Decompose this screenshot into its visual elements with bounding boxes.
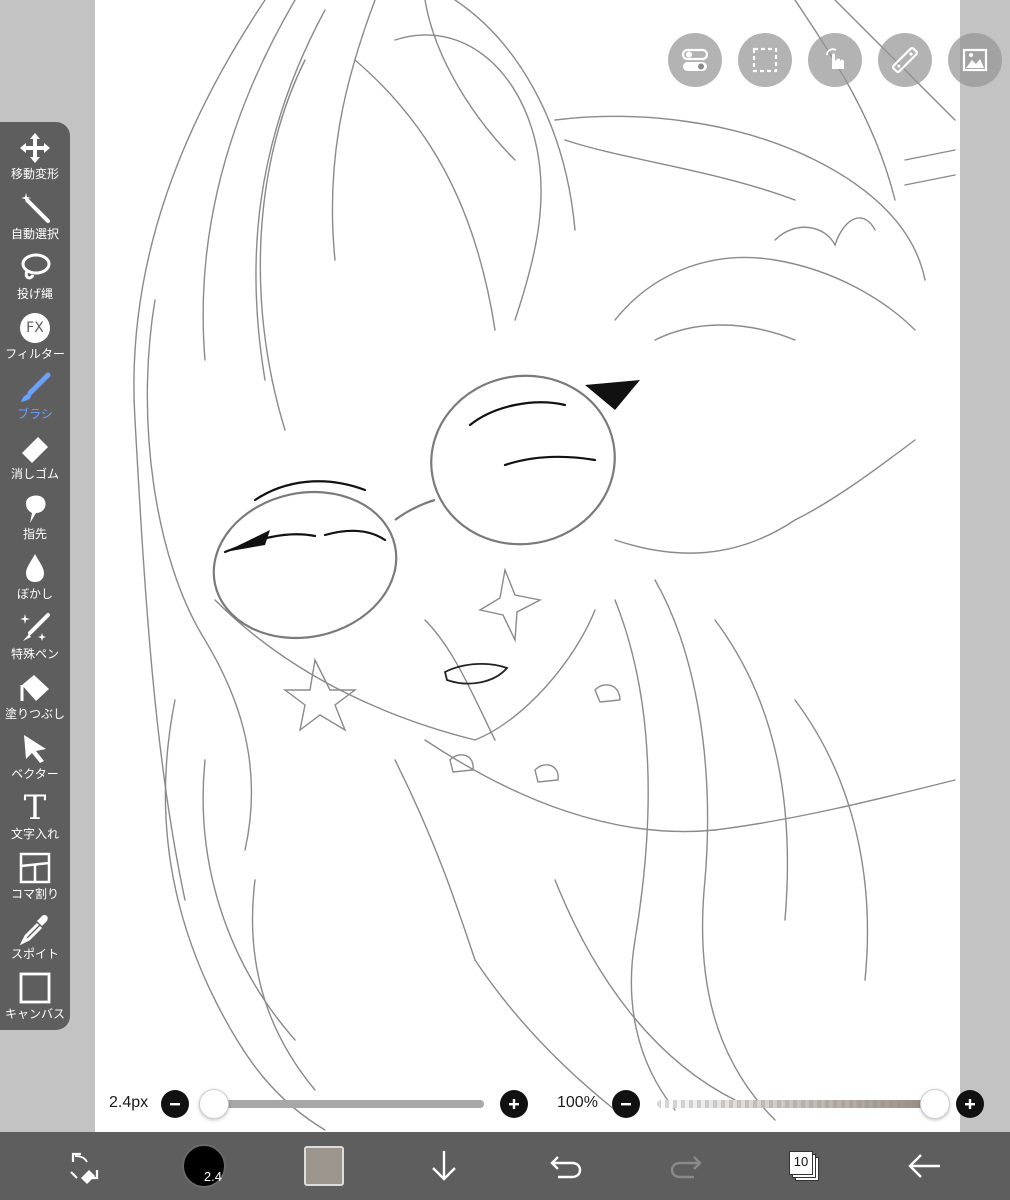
brush-size-slider-track[interactable] [212, 1100, 484, 1108]
tool-brush[interactable]: ブラシ [0, 370, 70, 428]
tool-auto-select[interactable]: 自動選択 [0, 190, 70, 248]
tool-label: ブラシ [17, 407, 53, 421]
canvas-icon [16, 970, 54, 1006]
layer-count: 10 [793, 1154, 809, 1169]
brush-icon [16, 370, 54, 406]
plus-icon [509, 1099, 519, 1109]
text-icon-glyph: T [23, 788, 47, 828]
bottom-toolbar: 2.4 10 [0, 1132, 1010, 1200]
tool-canvas[interactable]: キャンバス [0, 970, 70, 1028]
brush-size-decrease-button[interactable] [161, 1090, 189, 1118]
line-art-illustration [133, 0, 956, 1131]
tool-label: キャンバス [4, 1007, 65, 1021]
tool-label: 投げ縄 [16, 287, 53, 301]
tool-label: 特殊ペン [10, 647, 59, 661]
tool-move-transform[interactable]: 移動変形 [0, 130, 70, 188]
touch-gesture-button[interactable] [808, 33, 862, 87]
undo-button[interactable] [544, 1132, 588, 1200]
ruler-button[interactable] [878, 33, 932, 87]
lasso-icon [16, 250, 54, 286]
tool-frame-divider[interactable]: コマ割り [0, 850, 70, 908]
toggle-button[interactable] [668, 33, 722, 87]
blur-drop-icon [16, 550, 54, 586]
tool-label: コマ割り [10, 887, 59, 901]
tool-label: ぼかし [16, 587, 53, 601]
tool-eyedropper[interactable]: スポイト [0, 910, 70, 968]
tool-label: ベクター [11, 767, 59, 781]
back-arrow-icon [908, 1154, 940, 1178]
eyedropper-icon [16, 910, 54, 946]
finger-smudge-icon [16, 490, 54, 526]
transform-swap-button[interactable] [62, 1132, 108, 1200]
brush-preview-button[interactable]: 2.4 [180, 1132, 228, 1200]
special-pen-icon [16, 610, 54, 646]
tool-label: 自動選択 [10, 227, 59, 241]
tool-label: 消しゴム [10, 467, 59, 481]
vector-arrow-icon [16, 730, 54, 766]
brush-size-slider-thumb[interactable] [199, 1089, 229, 1119]
tool-label: 塗りつぶし [4, 707, 66, 721]
image-icon [962, 48, 988, 72]
tool-fill[interactable]: 塗りつぶし [0, 670, 70, 728]
opacity-increase-button[interactable] [956, 1090, 984, 1118]
tool-eraser[interactable]: 消しゴム [0, 430, 70, 488]
slider-row: 2.4px 100% [0, 1086, 1010, 1122]
tool-vector[interactable]: ベクター [0, 730, 70, 788]
transform-swap-icon [70, 1152, 99, 1184]
tool-text[interactable]: T 文字入れ [0, 790, 70, 848]
download-arrow-icon [432, 1151, 456, 1181]
selection-button[interactable] [738, 33, 792, 87]
fx-icon-text: FX [26, 320, 44, 336]
tool-lasso[interactable]: 投げ縄 [0, 250, 70, 308]
minus-icon [621, 1103, 631, 1106]
minus-icon [170, 1103, 180, 1106]
brush-size-badge: 2.4 [203, 1169, 222, 1184]
download-button[interactable] [424, 1132, 464, 1200]
selection-icon [752, 47, 778, 73]
text-icon: T [16, 790, 54, 826]
opacity-slider-track[interactable] [657, 1100, 929, 1108]
eraser-icon [16, 430, 54, 466]
redo-icon [670, 1156, 702, 1179]
fill-bucket-icon [16, 670, 54, 706]
frame-divider-icon [16, 850, 54, 886]
opacity-decrease-button[interactable] [612, 1090, 640, 1118]
tool-filter[interactable]: FX フィルター [0, 310, 70, 368]
brush-size-value: 2.4px [109, 1094, 149, 1111]
fx-icon: FX [16, 310, 54, 346]
tool-special-pen[interactable]: 特殊ペン [0, 610, 70, 668]
brush-preview-icon: 2.4 [182, 1144, 226, 1188]
move-icon [16, 130, 54, 166]
undo-icon [550, 1156, 582, 1179]
ruler-icon [892, 47, 918, 73]
back-button[interactable] [902, 1132, 946, 1200]
tool-label: 指先 [22, 527, 47, 541]
tool-blur[interactable]: ぼかし [0, 550, 70, 608]
layers-button[interactable]: 10 [784, 1132, 824, 1200]
color-button[interactable] [302, 1132, 346, 1200]
tool-label: 移動変形 [10, 167, 59, 181]
magic-wand-icon [16, 190, 54, 226]
tool-label: 文字入れ [10, 827, 59, 841]
tool-finger-smudge[interactable]: 指先 [0, 490, 70, 548]
layers-icon: 10 [787, 1149, 821, 1183]
drawing-canvas[interactable] [95, 0, 960, 1150]
brush-size-increase-button[interactable] [500, 1090, 528, 1118]
tool-label: スポイト [10, 947, 59, 961]
image-button[interactable] [948, 33, 1002, 87]
redo-button[interactable] [664, 1132, 708, 1200]
touch-gesture-icon [826, 48, 844, 69]
opacity-slider-thumb[interactable] [920, 1089, 950, 1119]
tool-label: フィルター [5, 347, 65, 361]
tool-sidebar: 移動変形 自動選択 投げ縄 FX フィルター ブラシ 消しゴム 指先 ぼかし 特… [0, 122, 70, 1030]
plus-icon [965, 1099, 975, 1109]
toggle-icon [681, 48, 709, 71]
color-swatch [304, 1146, 344, 1186]
opacity-value: 100% [557, 1094, 598, 1111]
